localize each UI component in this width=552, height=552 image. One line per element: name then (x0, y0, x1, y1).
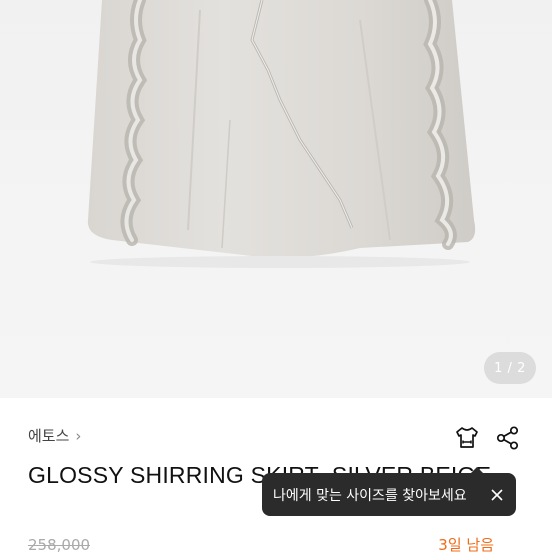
size-guide-button[interactable] (453, 424, 481, 452)
shirt-size-icon (456, 427, 478, 448)
original-price: 258,000 (28, 536, 91, 552)
skirt-illustration (87, 0, 476, 268)
brand-link[interactable]: 에토스 › (28, 425, 81, 446)
chevron-right-icon: › (75, 426, 82, 445)
size-tooltip[interactable]: 나에게 맞는 사이즈를 찾아보세요 (262, 467, 516, 516)
close-icon[interactable] (488, 486, 506, 504)
product-info: 에토스 › GLOSSY SHIRRING SKIRT_SILVER BEIGE… (0, 398, 552, 552)
share-icon (496, 426, 519, 450)
product-image[interactable]: 1 / 2 (0, 0, 552, 398)
tooltip-caret (471, 467, 483, 473)
image-page-counter: 1 / 2 (484, 352, 536, 384)
remaining-days-badge: 3일 남음 (438, 536, 494, 552)
share-button[interactable] (494, 424, 522, 452)
brand-name: 에토스 (28, 427, 70, 445)
tooltip-text: 나에게 맞는 사이즈를 찾아보세요 (273, 487, 467, 504)
